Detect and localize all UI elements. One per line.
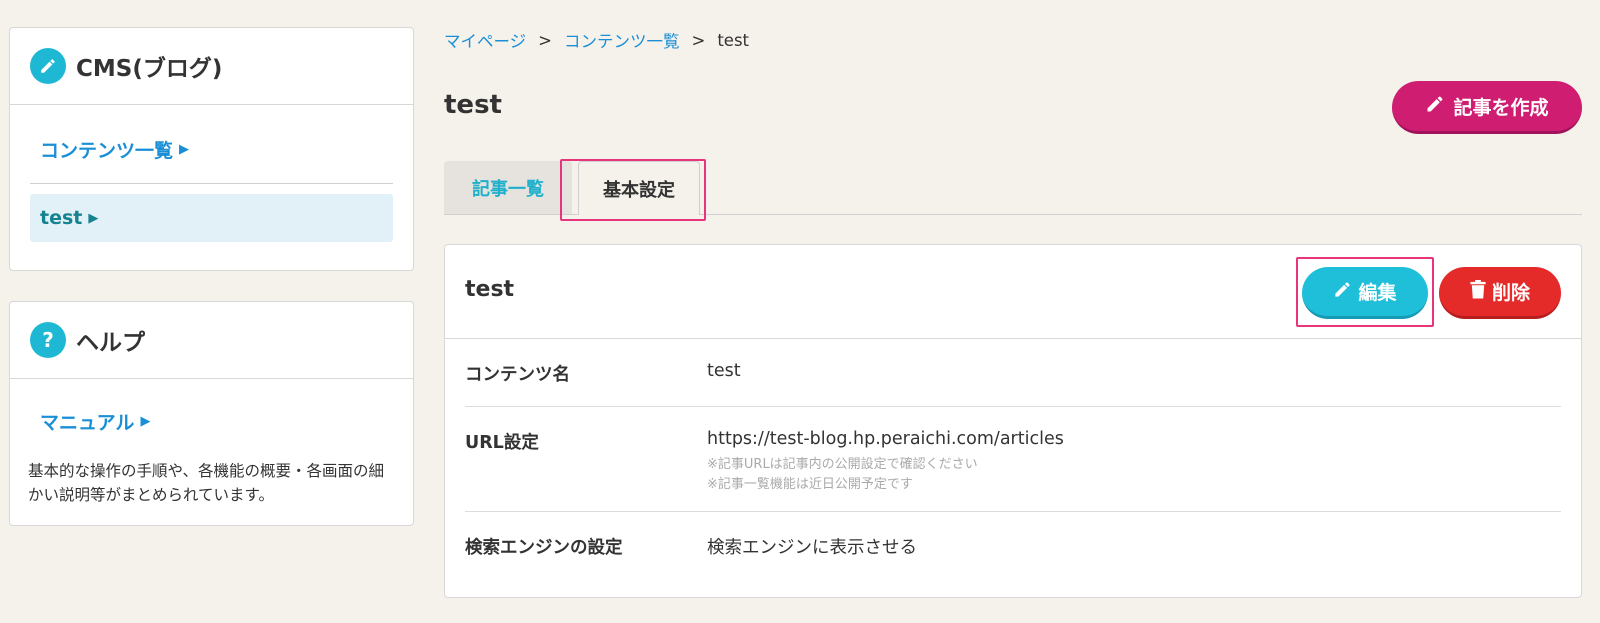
help-description: 基本的な操作の手順や、各機能の概要・各画面の細かい説明等がまとめられています。 <box>28 462 385 504</box>
caret-right-icon: ▶ <box>179 141 190 157</box>
settings-card-header: test 編集 削除 <box>445 245 1581 339</box>
help-card-title: ヘルプ <box>76 330 145 356</box>
tab-articles[interactable]: 記事一覧 <box>444 161 572 214</box>
manual-link-label: マニュアル <box>40 411 135 434</box>
breadcrumb-separator: > <box>691 30 706 50</box>
edit-label: 編集 <box>1358 282 1397 304</box>
setting-row-content-name: コンテンツ名 test <box>465 339 1561 407</box>
tab-highlight-box <box>560 159 706 221</box>
caret-right-icon: ▶ <box>88 210 99 226</box>
create-article-label: 記事を作成 <box>1453 96 1549 119</box>
caret-right-icon: ▶ <box>140 413 151 429</box>
help-card-header: ? ヘルプ <box>10 302 413 379</box>
sidebar-item-label: コンテンツ一覧 <box>40 139 174 162</box>
sidebar-item-test[interactable]: test ▶ <box>30 194 393 242</box>
row-value: https://test-blog.hp.peraichi.com/articl… <box>707 429 1064 449</box>
breadcrumb-contents[interactable]: コンテンツ一覧 <box>564 28 680 52</box>
url-note: ※記事URLは記事内の公開設定で確認ください ※記事一覧機能は近日公開予定です <box>707 455 1064 495</box>
breadcrumb-separator: > <box>538 30 552 50</box>
row-label: 検索エンジンの設定 <box>465 538 623 558</box>
row-label: URL設定 <box>465 433 539 453</box>
sidebar: CMS(ブログ) コンテンツ一覧 ▶ test ▶ ? ヘルプ マニュアル ▶ … <box>9 27 414 556</box>
row-value: 検索エンジンに表示させる <box>707 538 917 558</box>
row-label: コンテンツ名 <box>465 365 570 385</box>
question-icon: ? <box>30 322 66 358</box>
breadcrumb-mypage[interactable]: マイページ <box>444 28 526 52</box>
page-title: test <box>444 90 502 120</box>
row-value: test <box>707 361 741 381</box>
settings-card: test 編集 削除 コンテンツ名 test URL設定 https://tes… <box>444 244 1582 598</box>
create-article-button[interactable]: 記事を作成 <box>1392 81 1582 134</box>
url-note-line: ※記事一覧機能は近日公開予定です <box>707 477 913 492</box>
edit-button[interactable]: 編集 <box>1302 267 1428 319</box>
sidebar-item-contents[interactable]: コンテンツ一覧 ▶ <box>30 125 393 173</box>
help-card-body: マニュアル ▶ 基本的な操作の手順や、各機能の概要・各画面の細かい説明等がまとめ… <box>10 379 413 525</box>
manual-link[interactable]: マニュアル ▶ <box>30 397 393 445</box>
cms-card-title: CMS(ブログ) <box>76 56 223 82</box>
url-note-line: ※記事URLは記事内の公開設定で確認ください <box>707 457 978 472</box>
cms-card-body: コンテンツ一覧 ▶ test ▶ <box>10 105 413 270</box>
divider <box>30 183 393 184</box>
tab-bar: 記事一覧 基本設定 <box>444 159 1582 221</box>
pencil-icon <box>30 48 66 84</box>
cms-card-header: CMS(ブログ) <box>10 28 413 105</box>
setting-row-url: URL設定 https://test-blog.hp.peraichi.com/… <box>465 407 1561 512</box>
setting-row-search-engine: 検索エンジンの設定 検索エンジンに表示させる <box>465 512 1561 579</box>
delete-label: 削除 <box>1491 282 1530 304</box>
delete-button[interactable]: 削除 <box>1439 267 1561 319</box>
cms-card: CMS(ブログ) コンテンツ一覧 ▶ test ▶ <box>9 27 414 271</box>
breadcrumb: マイページ > コンテンツ一覧 > test <box>444 28 749 52</box>
settings-rows: コンテンツ名 test URL設定 https://test-blog.hp.p… <box>445 339 1581 579</box>
breadcrumb-current: test <box>717 30 750 50</box>
help-card: ? ヘルプ マニュアル ▶ 基本的な操作の手順や、各機能の概要・各画面の細かい説… <box>9 301 414 526</box>
trash-icon <box>1470 279 1486 304</box>
sidebar-item-label: test <box>40 207 83 229</box>
pencil-icon <box>1425 94 1445 119</box>
settings-card-title: test <box>465 277 515 302</box>
pencil-icon <box>1333 280 1352 304</box>
